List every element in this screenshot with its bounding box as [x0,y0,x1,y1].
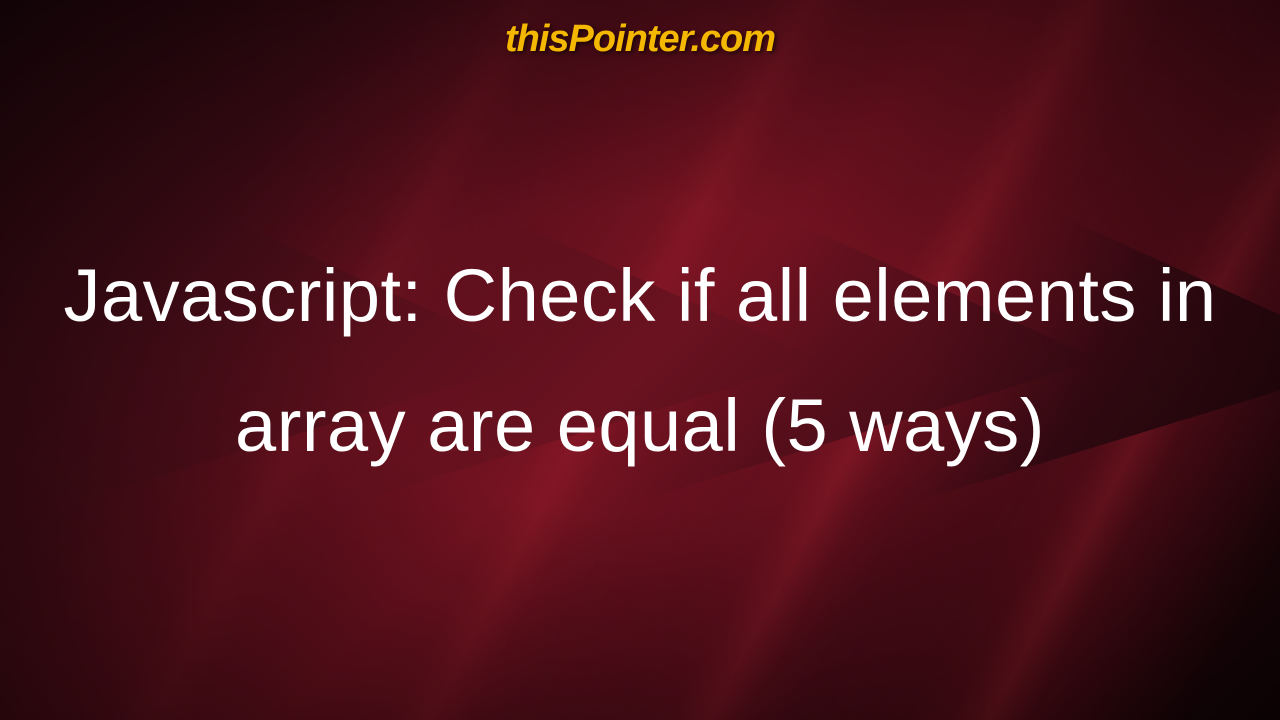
content-container: thisPointer.com Javascript: Check if all… [0,0,1280,720]
site-logo: thisPointer.com [505,18,775,61]
title-container: Javascript: Check if all elements in arr… [0,61,1280,720]
article-title: Javascript: Check if all elements in arr… [60,231,1220,490]
